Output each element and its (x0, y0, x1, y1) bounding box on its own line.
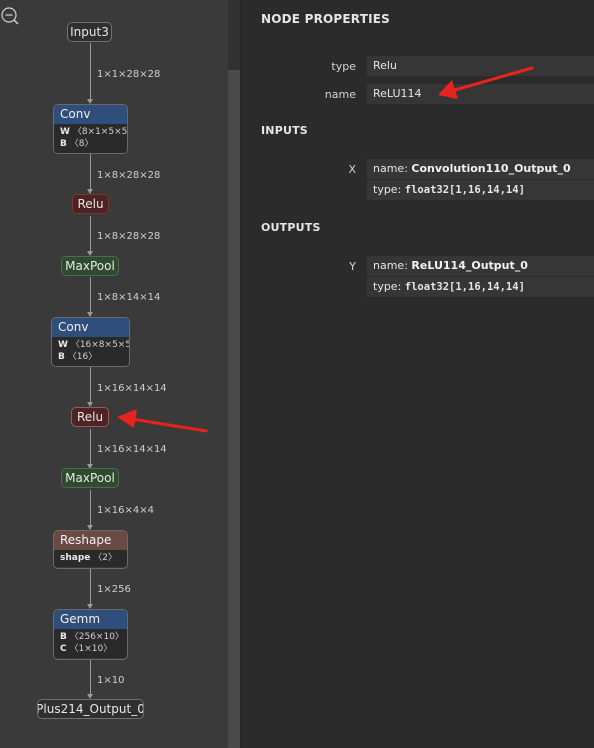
output-name-value: ReLU114_Output_0 (411, 259, 528, 272)
edge-line (90, 429, 91, 466)
output-type-prefix: type: (373, 280, 402, 293)
edge-label: 1×16×14×14 (97, 444, 167, 455)
node-attributes: B 〈256×10〉 C 〈1×10〉 (54, 629, 127, 658)
output-argument-label: Y (349, 260, 356, 273)
node-attribute: W 〈16×8×5×5〉 (58, 340, 129, 350)
node-label: Relu (76, 410, 104, 424)
edge-line (90, 277, 91, 314)
inputs-heading: INPUTS (261, 124, 308, 137)
graph-node-output[interactable]: Plus214_Output_0 (37, 699, 144, 719)
edge-label: 1×8×14×14 (97, 292, 161, 303)
input-name-prefix: name: (373, 162, 408, 175)
node-label: MaxPool (65, 259, 115, 273)
edge-label: 1×10 (97, 675, 125, 686)
node-label: Reshape (54, 531, 127, 550)
graph-node-reshape[interactable]: Reshape shape 〈2〉 (53, 530, 128, 569)
graph-node-maxpool[interactable]: MaxPool (61, 256, 119, 276)
edge-line (90, 154, 91, 191)
node-attribute: shape 〈2〉 (60, 553, 117, 563)
graph-node-conv[interactable]: Conv W 〈16×8×5×5〉 B 〈16〉 (51, 317, 130, 367)
name-label: name (324, 88, 356, 101)
edge-line (90, 367, 91, 404)
graph-node-relu-selected[interactable]: Relu (71, 407, 109, 427)
edge-label: 1×8×28×28 (97, 170, 161, 181)
input-type-value: float32[1,16,14,14] (404, 184, 525, 196)
edge-label: 1×8×28×28 (97, 231, 161, 242)
node-label: MaxPool (65, 471, 115, 485)
edge-label: 1×1×28×28 (97, 69, 161, 80)
type-label: type (331, 60, 356, 73)
graph-scrollbar-thumb[interactable] (228, 70, 240, 748)
edge-label: 1×16×4×4 (97, 505, 154, 516)
name-value-field[interactable]: ReLU114 (367, 84, 594, 104)
graph-node-input[interactable]: Input3 (67, 22, 112, 42)
node-attribute: B 〈256×10〉 (60, 632, 124, 642)
edge-label: 1×16×14×14 (97, 383, 167, 394)
graph-node-conv[interactable]: Conv W 〈8×1×5×5〉 B 〈8〉 (53, 104, 128, 154)
panel-title: NODE PROPERTIES (261, 12, 390, 26)
node-attribute: B 〈16〉 (58, 352, 98, 362)
input-type-field[interactable]: type: float32[1,16,14,14] (367, 180, 594, 200)
edge-line (90, 569, 91, 606)
output-type-value: float32[1,16,14,14] (404, 281, 525, 293)
graph-node-gemm[interactable]: Gemm B 〈256×10〉 C 〈1×10〉 (53, 609, 128, 660)
node-attributes: W 〈8×1×5×5〉 B 〈8〉 (54, 124, 127, 153)
node-properties-panel: NODE PROPERTIES type Relu name ReLU114 I… (242, 0, 594, 748)
graph-node-maxpool[interactable]: MaxPool (61, 468, 119, 488)
output-name-prefix: name: (373, 259, 408, 272)
edge-line (90, 43, 91, 101)
node-label: Relu (77, 197, 104, 211)
edge-label: 1×256 (97, 584, 131, 595)
node-attribute: C 〈1×10〉 (60, 644, 113, 654)
output-type-field[interactable]: type: float32[1,16,14,14] (367, 277, 594, 297)
node-attributes: shape 〈2〉 (54, 550, 127, 567)
outputs-heading: OUTPUTS (261, 221, 321, 234)
node-attribute: W 〈8×1×5×5〉 (60, 127, 128, 137)
edge-line (90, 216, 91, 253)
node-attributes: W 〈16×8×5×5〉 B 〈16〉 (52, 337, 129, 366)
output-name-field[interactable]: name: ReLU114_Output_0 (367, 256, 594, 276)
node-attribute: B 〈8〉 (60, 139, 94, 149)
graph-view[interactable]: 1×1×28×28 1×8×28×28 1×8×28×28 1×8×14×14 … (0, 0, 228, 748)
zoom-out-icon[interactable] (0, 6, 20, 26)
node-label: Plus214_Output_0 (37, 702, 144, 716)
graph-node-relu[interactable]: Relu (72, 194, 109, 214)
input-name-field[interactable]: name: Convolution110_Output_0 (367, 159, 594, 179)
edge-line (90, 490, 91, 527)
node-label: Gemm (54, 610, 127, 629)
input-name-value: Convolution110_Output_0 (411, 162, 571, 175)
type-value-field[interactable]: Relu (367, 56, 594, 76)
node-label: Conv (52, 318, 129, 337)
node-label: Conv (54, 105, 127, 124)
edge-line (90, 660, 91, 696)
input-type-prefix: type: (373, 183, 402, 196)
node-label: Input3 (70, 25, 109, 39)
input-argument-label: X (348, 163, 356, 176)
